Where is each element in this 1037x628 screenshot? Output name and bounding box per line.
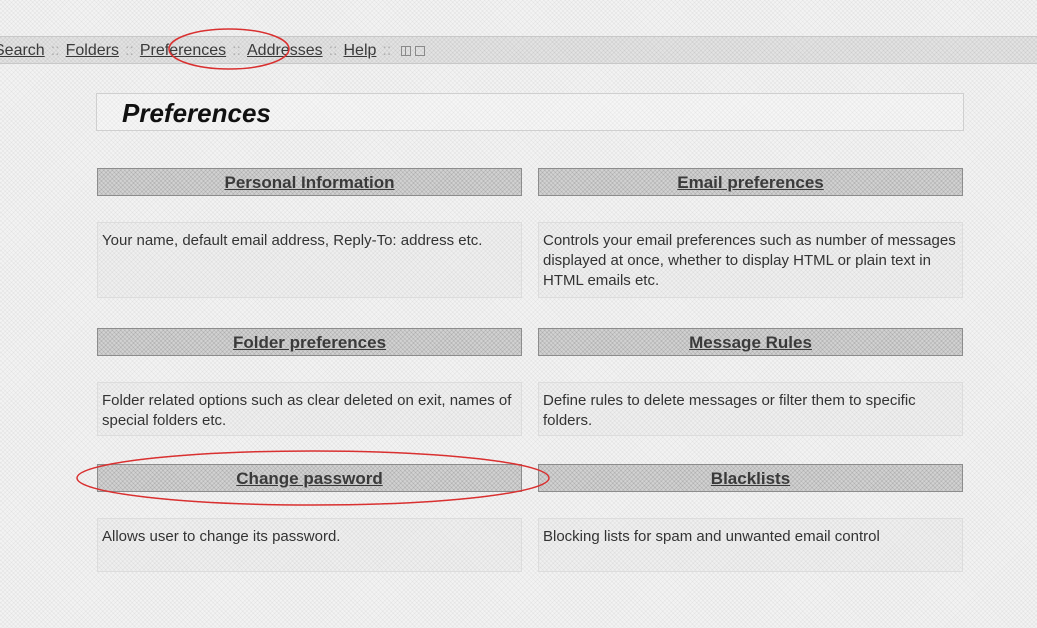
description-message-rules: Define rules to delete messages or filte… xyxy=(538,382,963,436)
nav-link-help[interactable]: Help xyxy=(343,42,376,59)
nav-separator: :: xyxy=(328,42,338,59)
description-personal-information: Your name, default email address, Reply-… xyxy=(97,222,522,298)
nav-separator: :: xyxy=(124,42,134,59)
change-password-link[interactable]: Change password xyxy=(236,469,382,489)
blacklists-link[interactable]: Blacklists xyxy=(711,469,790,489)
nav-link-preferences[interactable]: Preferences xyxy=(140,42,226,59)
page-title: Preferences xyxy=(122,98,271,128)
folder-preferences-link[interactable]: Folder preferences xyxy=(233,333,386,353)
top-navigation-bar: Search::Folders::Preferences::Addresses:… xyxy=(0,36,1037,64)
description-change-password: Allows user to change its password. xyxy=(97,518,522,572)
section-header-folder-preferences: Folder preferences xyxy=(97,328,522,356)
description-email-preferences: Controls your email preferences such as … xyxy=(538,222,963,298)
email-preferences-link[interactable]: Email preferences xyxy=(677,173,823,193)
nav-links: Search::Folders::Preferences::Addresses:… xyxy=(0,42,426,60)
nav-link-folders[interactable]: Folders xyxy=(66,42,119,59)
nav-separator: :: xyxy=(232,42,241,59)
section-header-personal-information: Personal Information xyxy=(97,168,522,196)
split-view-icon[interactable] xyxy=(401,46,412,56)
section-header-change-password: Change password xyxy=(97,464,522,492)
nav-separator: :: xyxy=(382,42,392,59)
page-title-box: Preferences xyxy=(96,93,964,131)
message-rules-link[interactable]: Message Rules xyxy=(689,333,812,353)
personal-information-link[interactable]: Personal Information xyxy=(224,173,394,193)
section-header-message-rules: Message Rules xyxy=(538,328,963,356)
description-folder-preferences: Folder related options such as clear del… xyxy=(97,382,522,436)
single-view-icon[interactable] xyxy=(415,46,426,56)
description-blacklists: Blocking lists for spam and unwanted ema… xyxy=(538,518,963,572)
nav-separator: :: xyxy=(50,42,60,59)
nav-link-addresses[interactable]: Addresses xyxy=(247,42,323,59)
section-header-email-preferences: Email preferences xyxy=(538,168,963,196)
section-header-blacklists: Blacklists xyxy=(538,464,963,492)
nav-link-search[interactable]: Search xyxy=(0,42,45,59)
